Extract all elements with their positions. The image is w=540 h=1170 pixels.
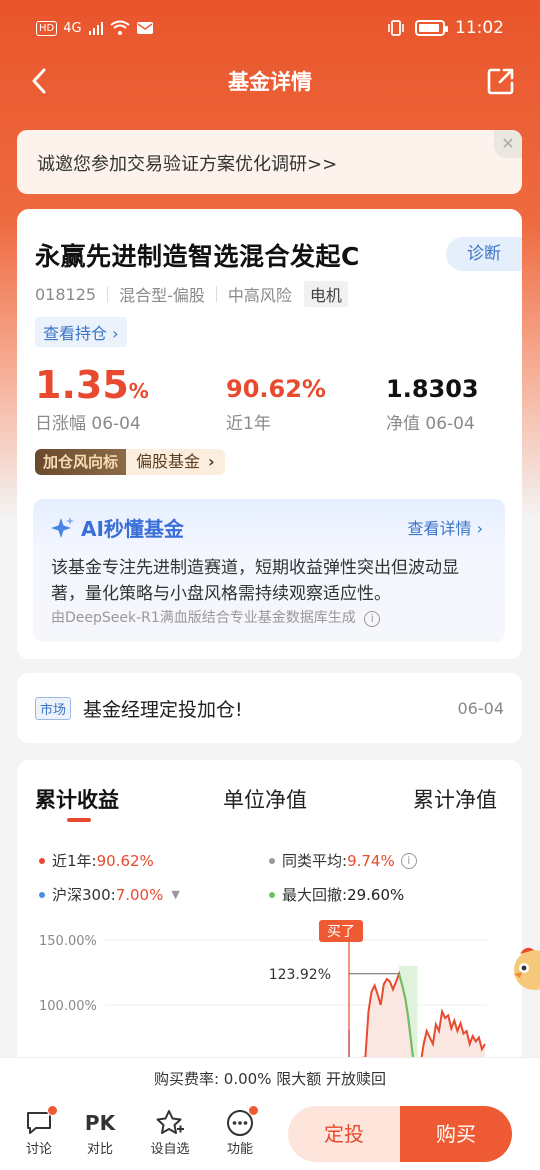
legend-dot [269, 891, 275, 898]
chevron-right-icon: › [208, 452, 215, 471]
ai-title-text: AI秒懂基金 [81, 517, 184, 541]
status-bar: HD 4G 11:02 [0, 0, 540, 60]
buy-marker-label: 买了 [327, 924, 355, 940]
wifi-icon [109, 20, 130, 35]
fund-info-card: 永赢先进制造智选混合发起C 诊断 018125 混合型-偏股 中高风险 电机 查… [17, 209, 522, 659]
legend-drawdown-label: 最大回撤: [282, 886, 348, 904]
legend-peer: 同类平均: 9.74% i [269, 850, 417, 871]
news-date: 06-04 [457, 699, 505, 718]
legend-peer-label: 同类平均: [282, 852, 348, 870]
clock: 11:02 [455, 18, 504, 38]
news-text[interactable]: 基金经理定投加仓! [83, 695, 243, 722]
page-title: 基金详情 [228, 70, 312, 94]
vibrate-icon [388, 20, 404, 36]
fee-info: 购买费率: 0.00% 限大额 开放赎回 [153, 1070, 386, 1088]
close-icon[interactable]: ✕ [494, 130, 522, 158]
legend-fund-label: 近1年: [52, 852, 97, 870]
network-label: 4G [63, 20, 82, 36]
legend-fund: 近1年: 90.62% [39, 850, 154, 871]
return-chart[interactable]: 150.00% 100.00% 买了 123.92% [17, 920, 522, 1080]
rank-category[interactable]: 偏股基金 › [126, 449, 225, 475]
legend-dot [269, 857, 275, 864]
mascot-icon[interactable] [506, 940, 540, 1000]
legend-dot [39, 857, 45, 864]
battery-icon [415, 20, 448, 36]
sip-button[interactable]: 定投 [288, 1106, 400, 1162]
fund-code: 018125 [35, 284, 97, 304]
star-plus-icon [156, 1110, 184, 1134]
info-icon[interactable]: i [364, 611, 381, 627]
ai-source: 由DeepSeek-R1满血版结合专业基金数据库生成 i [51, 607, 381, 627]
fund-meta: 018125 混合型-偏股 中高风险 电机 [35, 281, 348, 307]
y-tick-label: 150.00% [39, 934, 97, 949]
legend-fund-value: 90.62% [96, 851, 154, 870]
news-card[interactable]: 市场 基金经理定投加仓! 06-04 [17, 673, 522, 743]
notification-dot [248, 1105, 259, 1116]
performance-chart-card: 累计收益 单位净值 累计净值 近1年: 90.62% 同类平均: 9.74% i 沪深… [17, 760, 522, 1080]
one-year-label: 近1年 [226, 414, 271, 434]
divider [107, 286, 109, 302]
one-year-return: 90.62% [226, 375, 326, 403]
daily-change-value: 1.35 [35, 363, 129, 407]
add-watchlist-label: 设自选 [150, 1142, 190, 1157]
caret-down-icon[interactable]: ▼ [171, 888, 179, 901]
bottom-bar: 购买费率: 0.00% 限大额 开放赎回 讨论 PK 对比 设自选 功能 定投 … [0, 1057, 540, 1170]
tab-cumulative-nav[interactable]: 累计净值 [413, 784, 497, 814]
nav-label: 净值 06-04 [386, 414, 475, 434]
functions-label: 功能 [226, 1142, 253, 1157]
diagnose-button[interactable]: 诊断 [446, 237, 522, 271]
survey-text[interactable]: 诚邀您参加交易验证方案优化调研>> [37, 150, 337, 176]
mail-icon [136, 22, 153, 34]
signal-icon [88, 22, 103, 35]
legend-drawdown: 最大回撤: 29.60% [269, 884, 404, 905]
pk-icon: PK [84, 1111, 116, 1135]
nav-bar: 基金详情 [0, 60, 540, 104]
fund-risk: 中高风险 [227, 286, 292, 305]
functions-button[interactable]: 功能 [215, 1105, 265, 1157]
legend-peer-value: 9.74% [347, 851, 395, 870]
tab-unit-nav[interactable]: 单位净值 [223, 784, 307, 814]
add-watchlist-button[interactable]: 设自选 [145, 1108, 195, 1157]
divider [215, 286, 217, 302]
rank-badge: 加仓风向标 [35, 449, 127, 475]
sparkle-icon [51, 516, 74, 538]
rank-category-label: 偏股基金 [136, 452, 201, 471]
info-icon[interactable]: i [400, 852, 417, 869]
nav-value: 1.8303 [386, 375, 479, 403]
legend-drawdown-value: 29.60% [347, 885, 405, 904]
ai-title: AI秒懂基金 [51, 513, 184, 542]
share-icon[interactable] [486, 66, 516, 96]
legend-index-value: 7.00% [115, 885, 164, 904]
tab-cumulative-return[interactable]: 累计收益 [35, 784, 119, 814]
rank-row[interactable]: 加仓风向标 偏股基金 › [35, 449, 225, 475]
fund-type: 混合型-偏股 [119, 286, 205, 305]
ai-source-text: 由DeepSeek-R1满血版结合专业基金数据库生成 [51, 610, 356, 626]
discussion-label: 讨论 [25, 1142, 52, 1157]
ai-detail-link[interactable]: 查看详情 › [408, 515, 484, 539]
y-tick-label: 100.00% [39, 999, 97, 1014]
legend-dot [39, 891, 45, 898]
buy-button[interactable]: 购买 [400, 1106, 512, 1162]
discussion-button[interactable]: 讨论 [14, 1105, 64, 1157]
tab-underline [67, 818, 91, 822]
daily-change-unit: % [128, 379, 149, 403]
status-left: HD 4G [36, 20, 154, 36]
survey-banner[interactable]: 诚邀您参加交易验证方案优化调研>> ✕ [17, 130, 522, 194]
peak-label: 123.92% [269, 967, 331, 983]
hd-icon: HD [36, 20, 58, 36]
fund-name: 永赢先进制造智选混合发起C [35, 242, 360, 271]
daily-change: 1.35% [35, 363, 149, 413]
news-tag: 市场 [35, 697, 72, 720]
view-holdings-link[interactable]: 查看持仓 › [35, 317, 127, 347]
notification-dot [47, 1105, 58, 1116]
sector-tag[interactable]: 电机 [303, 281, 348, 307]
legend-index-label: 沪深300: [52, 886, 116, 904]
status-right: 11:02 [387, 18, 504, 38]
compare-label: 对比 [86, 1142, 113, 1157]
legend-index[interactable]: 沪深300: 7.00% ▼ [39, 884, 180, 905]
daily-change-label: 日涨幅 06-04 [35, 414, 141, 434]
compare-button[interactable]: PK 对比 [75, 1108, 125, 1157]
ai-description: 该基金专注先进制造赛道，短期收益弹性突出但波动显著，量化策略与小盘风格需持续观察… [51, 558, 459, 604]
ai-summary-box: AI秒懂基金 查看详情 › 该基金专注先进制造赛道，短期收益弹性突出但波动显著，… [33, 499, 505, 642]
